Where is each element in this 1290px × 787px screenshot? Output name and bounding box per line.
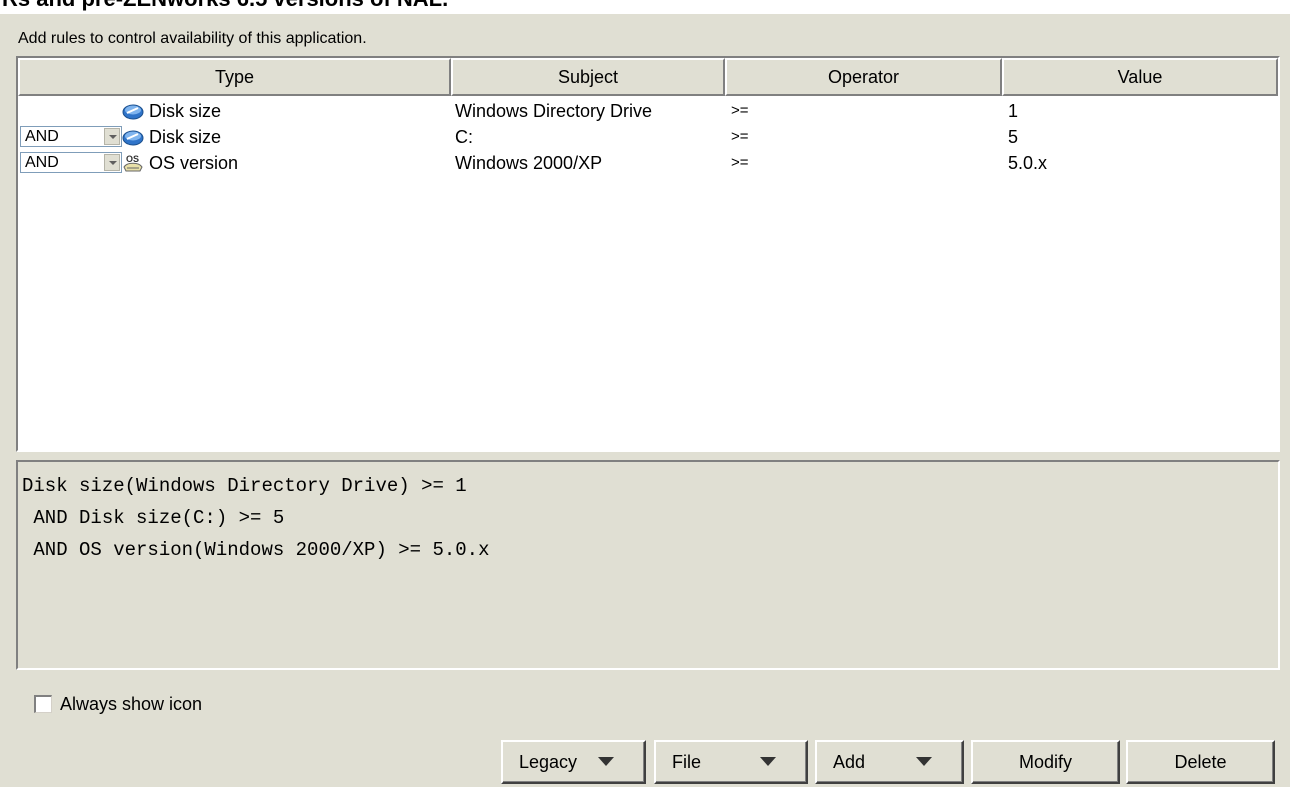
truncated-heading: Rs and pre-ZENworks 6.5 versions of NAL. — [0, 0, 1290, 14]
expression-preview: Disk size(Windows Directory Drive) >= 1 … — [16, 460, 1280, 670]
expression-line: AND OS version(Windows 2000/XP) >= 5.0.x — [22, 539, 490, 561]
column-header-subject[interactable]: Subject — [451, 58, 725, 96]
table-row[interactable]: Disk size Windows Directory Drive >= 1 — [18, 98, 1278, 124]
dropdown-arrow-icon — [598, 757, 614, 766]
expression-line: Disk size(Windows Directory Drive) >= 1 — [22, 475, 467, 497]
type-label: Disk size — [149, 127, 222, 147]
conjunction-value: AND — [25, 154, 59, 171]
type-label: OS version — [149, 153, 239, 173]
modify-button[interactable]: Modify — [971, 740, 1120, 784]
type-cell: Disk size — [18, 98, 451, 124]
table-header: Type Subject Operator Value — [18, 58, 1278, 96]
legacy-button-label: Legacy — [519, 752, 578, 772]
column-header-operator[interactable]: Operator — [725, 58, 1002, 96]
add-button[interactable]: Add — [815, 740, 964, 784]
expression-line: AND Disk size(C:) >= 5 — [22, 507, 285, 529]
subject-cell: Windows Directory Drive — [455, 101, 653, 121]
conjunction-value: AND — [25, 128, 59, 145]
always-show-icon-option[interactable]: Always show icon — [34, 693, 202, 715]
delete-button-label: Delete — [1174, 752, 1227, 772]
legacy-button[interactable]: Legacy — [501, 740, 646, 784]
subject-cell: C: — [455, 127, 473, 147]
column-header-type[interactable]: Type — [18, 58, 451, 96]
instruction-text: Add rules to control availability of thi… — [18, 30, 367, 47]
chevron-down-icon[interactable] — [104, 128, 120, 145]
svg-text:OS: OS — [126, 154, 139, 164]
rules-table: Type Subject Operator Value Disk size Wi… — [16, 56, 1280, 452]
add-button-label: Add — [833, 752, 866, 772]
disk-icon — [122, 130, 144, 146]
chevron-down-icon[interactable] — [104, 154, 120, 171]
conjunction-select[interactable]: AND — [20, 152, 122, 173]
value-cell: 1 — [1008, 101, 1019, 121]
subject-cell: Windows 2000/XP — [455, 153, 603, 173]
dropdown-arrow-icon — [760, 757, 776, 766]
file-button-label: File — [672, 752, 702, 772]
operator-cell: >= — [731, 154, 749, 171]
type-label: Disk size — [149, 101, 222, 121]
table-row[interactable]: AND OS OS version Windows 2000/XP >= 5.0… — [18, 150, 1278, 176]
operator-cell: >= — [731, 128, 749, 145]
truncated-heading-text: Rs and pre-ZENworks 6.5 versions of NAL. — [2, 0, 448, 12]
os-icon: OS — [123, 154, 143, 172]
table-body: Disk size Windows Directory Drive >= 1 A… — [18, 98, 1278, 176]
always-show-icon-label: Always show icon — [60, 693, 203, 714]
type-cell: AND OS OS version — [18, 150, 451, 176]
always-show-icon-checkbox[interactable] — [34, 695, 52, 713]
value-cell: 5 — [1008, 127, 1019, 147]
type-cell: AND Disk size — [18, 124, 451, 150]
column-header-value[interactable]: Value — [1002, 58, 1278, 96]
dropdown-arrow-icon — [916, 757, 932, 766]
operator-cell: >= — [731, 102, 749, 119]
conjunction-select[interactable]: AND — [20, 126, 122, 147]
value-cell: 5.0.x — [1008, 153, 1048, 173]
delete-button[interactable]: Delete — [1126, 740, 1275, 784]
table-row[interactable]: AND Disk size C: >= 5 — [18, 124, 1278, 150]
modify-button-label: Modify — [1018, 752, 1072, 772]
disk-icon — [122, 104, 144, 120]
file-button[interactable]: File — [654, 740, 808, 784]
